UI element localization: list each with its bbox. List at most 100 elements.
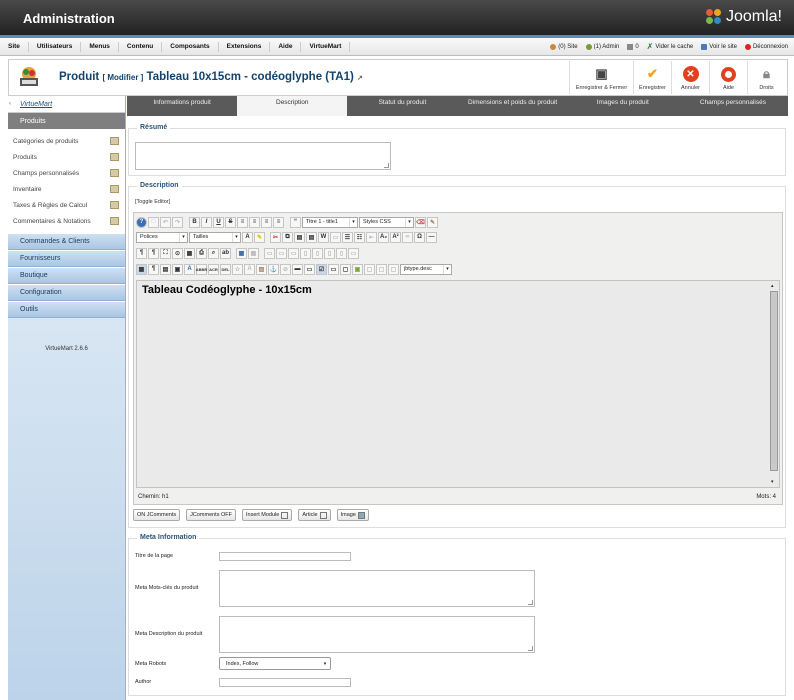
eraser-icon[interactable]: ⌫ xyxy=(415,216,426,228)
abbr-icon[interactable]: ABBR xyxy=(196,263,207,275)
merge-cells-icon[interactable]: ▭ xyxy=(348,247,359,259)
align-center-icon[interactable]: ≡ xyxy=(249,216,260,228)
sidebar-section-shop[interactable]: Boutique xyxy=(8,267,125,284)
cleanup-brush-icon[interactable]: ✎ xyxy=(427,216,438,228)
sidebar-item-categories[interactable]: Catégories de produits xyxy=(8,133,125,149)
editor-content-heading[interactable]: Tableau Codéoglyphe - 10x15cm xyxy=(142,284,312,296)
resize-handle-icon[interactable] xyxy=(528,646,533,651)
numbered-list-icon[interactable]: ☷ xyxy=(354,231,365,243)
col-after-icon[interactable]: ▯ xyxy=(312,247,323,259)
tab-custom-fields[interactable]: Champs personnalisés xyxy=(678,96,788,116)
menu-site[interactable]: Site xyxy=(0,41,29,52)
preview-icon[interactable]: ⊙ xyxy=(172,247,183,259)
joomla-logo[interactable]: Joomla! xyxy=(705,8,782,26)
sidebar-section-orders[interactable]: Commandes & Clients xyxy=(8,233,125,250)
highlight-color-icon[interactable]: ✎ xyxy=(254,231,265,243)
show-blocks-icon[interactable]: ¶ xyxy=(148,263,159,275)
help-button[interactable]: Aide xyxy=(709,61,747,94)
tab-product-status[interactable]: Statut du produit xyxy=(347,96,457,116)
checkbox-icon[interactable]: ☑ xyxy=(316,263,327,275)
sidebar-section-configuration[interactable]: Configuration xyxy=(8,284,125,301)
sidebar-item-custom-fields[interactable]: Champs personnalisés xyxy=(8,165,125,181)
status-site[interactable]: (0) Site xyxy=(550,43,578,50)
fieldset-icon[interactable]: ▢ xyxy=(376,263,387,275)
help-icon[interactable]: ? xyxy=(136,216,147,228)
redo-icon[interactable]: ↷ xyxy=(172,216,183,228)
outdent-icon[interactable]: ⇤ xyxy=(366,231,377,243)
italic-icon[interactable]: I xyxy=(201,216,212,228)
text-color-icon[interactable]: A xyxy=(242,231,253,243)
blockquote-icon[interactable]: “ xyxy=(290,216,301,228)
label-icon[interactable]: ▢ xyxy=(388,263,399,275)
status-admin[interactable]: (1) Admin xyxy=(585,43,619,50)
media-icon[interactable]: ▭ xyxy=(304,263,315,275)
image-field-icon[interactable]: ▣ xyxy=(352,263,363,275)
del-icon[interactable]: DEL xyxy=(220,263,231,275)
copy-icon[interactable]: ⧉ xyxy=(282,231,293,243)
image-button[interactable]: Image xyxy=(336,509,369,521)
bullet-list-icon[interactable]: ☰ xyxy=(342,231,353,243)
resize-handle-icon[interactable] xyxy=(384,163,389,168)
scrollbar-thumb[interactable] xyxy=(770,291,778,471)
article-button[interactable]: Article xyxy=(298,509,331,521)
editor-scrollbar[interactable]: ▴ ▾ xyxy=(770,283,778,485)
external-link-icon[interactable]: ↗ xyxy=(357,75,363,82)
styles-select[interactable]: Styles CSS ▾ xyxy=(359,216,414,228)
toggle-editor-link[interactable]: [Toggle Editor] xyxy=(135,199,170,205)
resume-textarea[interactable] xyxy=(135,142,391,170)
menu-help[interactable]: Aide xyxy=(270,41,302,52)
sidebar-section-vendors[interactable]: Fournisseurs xyxy=(8,250,125,267)
tab-images[interactable]: Images du produit xyxy=(568,96,678,116)
fullscreen-icon[interactable]: ⛶ xyxy=(160,247,171,259)
insert-date-icon[interactable]: ▦ xyxy=(184,247,195,259)
menu-menus[interactable]: Menus xyxy=(81,41,119,52)
clear-cache-link[interactable]: ✗ Vider le cache xyxy=(647,42,694,51)
select-all-icon[interactable]: ▭ xyxy=(330,231,341,243)
split-cells-icon[interactable]: ▯ xyxy=(336,247,347,259)
insert-module-button[interactable]: Insert Module xyxy=(242,509,293,521)
font-family-select[interactable]: Polices ▾ xyxy=(136,231,188,243)
link-icon[interactable]: ∞ xyxy=(402,231,413,243)
textfield-icon[interactable]: ▭ xyxy=(328,263,339,275)
search-icon[interactable]: ⌕ xyxy=(208,247,219,259)
insert-image-icon[interactable]: ▨ xyxy=(256,263,267,275)
new-document-icon[interactable]: □ xyxy=(148,216,159,228)
sidebar-item-taxes[interactable]: Taxes & Règles de Calcul xyxy=(8,197,125,213)
bold-icon[interactable]: B xyxy=(189,216,200,228)
table-icon[interactable]: ▦ xyxy=(236,247,247,259)
print-icon[interactable]: ⎙ xyxy=(196,247,207,259)
align-justify-icon[interactable]: ≡ xyxy=(273,216,284,228)
paste-word-icon[interactable]: W xyxy=(318,231,329,243)
meta-robots-select[interactable]: Index, Follow ▾ xyxy=(219,657,331,670)
underline-icon[interactable]: U xyxy=(213,216,224,228)
tab-description[interactable]: Description xyxy=(237,96,348,116)
meta-description-textarea[interactable] xyxy=(219,616,535,653)
cancel-button[interactable]: ✕ Annuler xyxy=(671,61,709,94)
sidebar-item-products[interactable]: Produits xyxy=(8,149,125,165)
menu-virtuemart[interactable]: VirtueMart xyxy=(301,41,351,52)
on-jcomments-button[interactable]: ON JComments xyxy=(133,509,181,521)
delete-col-icon[interactable]: ▯ xyxy=(324,247,335,259)
resize-handle-icon[interactable] xyxy=(528,600,533,605)
visual-aid-icon[interactable]: ▦ xyxy=(136,263,147,275)
class-select[interactable]: jbtype.desc ▾ xyxy=(400,263,452,275)
virtuemart-logo[interactable]: VirtueMart xyxy=(20,101,52,108)
subscript-icon[interactable]: A₂ xyxy=(378,231,389,243)
unlink-icon[interactable]: ⊘ xyxy=(280,263,291,275)
save-close-button[interactable]: ▣ Enregistrer & Fermer xyxy=(569,61,633,94)
save-button[interactable]: ✔ Enregistrer xyxy=(633,61,671,94)
sidebar-item-reviews[interactable]: Commentaires & Notations xyxy=(8,213,125,229)
template-icon[interactable]: ▤ xyxy=(160,263,171,275)
author-input[interactable] xyxy=(219,678,351,687)
view-site-link[interactable]: Voir le site xyxy=(701,43,737,50)
col-before-icon[interactable]: ▯ xyxy=(300,247,311,259)
undo-icon[interactable]: ↶ xyxy=(160,216,171,228)
replace-icon[interactable]: ab xyxy=(220,247,231,259)
superscript-icon[interactable]: A² xyxy=(390,231,401,243)
special-char-icon[interactable]: Ω xyxy=(414,231,425,243)
anchor-icon[interactable]: ⚓ xyxy=(268,263,279,275)
align-left-icon[interactable]: ≡ xyxy=(237,216,248,228)
font-size-select[interactable]: Tailles ▾ xyxy=(189,231,241,243)
table-props-icon[interactable]: ▦ xyxy=(248,247,259,259)
cite-icon[interactable]: ☆ xyxy=(232,263,243,275)
